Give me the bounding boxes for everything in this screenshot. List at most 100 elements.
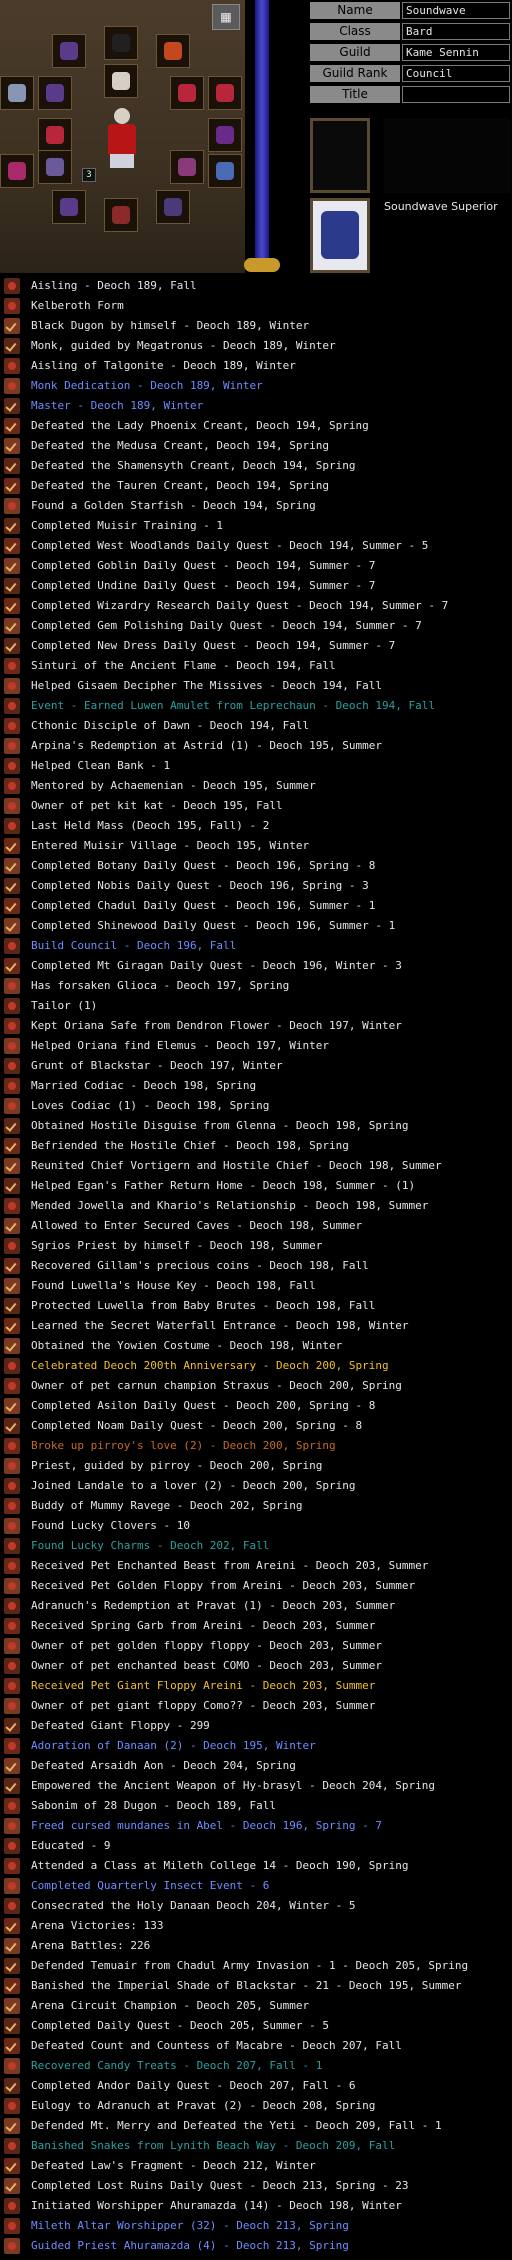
shield-slot[interactable] bbox=[208, 118, 242, 152]
legend-mark-row: Owner of pet giant floppy Como?? - Deoch… bbox=[0, 1696, 512, 1716]
heart-icon bbox=[4, 718, 20, 734]
legend-mark-text: Completed Andor Daily Quest - Deoch 207,… bbox=[31, 2079, 356, 2092]
legend-mark-text: Aisling of Talgonite - Deoch 189, Winter bbox=[31, 359, 296, 372]
boots-slot[interactable] bbox=[0, 154, 34, 188]
legend-mark-text: Owner of pet golden floppy floppy - Deoc… bbox=[31, 1639, 382, 1652]
legend-mark-text: Completed New Dress Daily Quest - Deoch … bbox=[31, 639, 396, 652]
legend-mark-row: Priest, guided by pirroy - Deoch 200, Sp… bbox=[0, 1456, 512, 1476]
legend-mark-text: Defeated Giant Floppy - 299 bbox=[31, 1719, 210, 1732]
legend-mark-row: Obtained the Yowien Costume - Deoch 198,… bbox=[0, 1336, 512, 1356]
legend-mark-row: Defeated the Lady Phoenix Creant, Deoch … bbox=[0, 416, 512, 436]
right-ring-slot[interactable] bbox=[170, 76, 204, 110]
menu-button[interactable]: ▦ bbox=[212, 4, 240, 30]
legend-mark-text: Completed Wizardry Research Daily Quest … bbox=[31, 599, 449, 612]
heart-icon bbox=[4, 1618, 20, 1634]
legend-mark-row: Completed West Woodlands Daily Quest - D… bbox=[0, 536, 512, 556]
legend-mark-row: Completed Chadul Daily Quest - Deoch 196… bbox=[0, 896, 512, 916]
legend-mark-text: Guided Priest Ahuramazda (4) - Deoch 213… bbox=[31, 2239, 349, 2252]
legend-mark-row: Sgrios Priest by himself - Deoch 198, Su… bbox=[0, 1236, 512, 1256]
heart-icon bbox=[4, 1438, 20, 1454]
heart-icon bbox=[4, 1598, 20, 1614]
legend-mark-text: Owner of pet enchanted beast COMO - Deoc… bbox=[31, 1659, 382, 1672]
gauntlet-icon bbox=[216, 84, 234, 102]
legend-mark-text: Entered Muisir Village - Deoch 195, Wint… bbox=[31, 839, 310, 852]
legend-mark-text: Helped Clean Bank - 1 bbox=[31, 759, 171, 772]
overcoat-slot[interactable] bbox=[208, 154, 242, 188]
greave-slot[interactable] bbox=[52, 190, 86, 224]
legend-mark-row: Initiated Worshipper Ahuramazda (14) - D… bbox=[0, 2196, 512, 2216]
heart-icon bbox=[4, 1058, 20, 1074]
legend-mark-text: Completed Gem Polishing Daily Quest - De… bbox=[31, 619, 422, 632]
legend-mark-text: Adranuch's Redemption at Pravat (1) - De… bbox=[31, 1599, 396, 1612]
check-icon bbox=[4, 878, 20, 894]
legend-mark-row: Completed Muisir Training - 1 bbox=[0, 516, 512, 536]
heart-icon bbox=[4, 1478, 20, 1494]
legend-mark-row: Owner of pet kit kat - Deoch 195, Fall bbox=[0, 796, 512, 816]
second-accessory-slot[interactable] bbox=[156, 190, 190, 224]
earring-slot[interactable] bbox=[104, 26, 138, 60]
accessory-slot[interactable] bbox=[170, 150, 204, 184]
legend-mark-text: Monk, guided by Megatronus - Deoch 189, … bbox=[31, 339, 336, 352]
right-gauntlet-slot[interactable] bbox=[208, 76, 242, 110]
legend-mark-row: Eulogy to Adranuch at Pravat (2) - Deoch… bbox=[0, 2096, 512, 2116]
check-icon bbox=[4, 618, 20, 634]
belt-icon bbox=[46, 158, 64, 176]
legend-mark-text: Completed Noam Daily Quest - Deoch 200, … bbox=[31, 1419, 363, 1432]
portrait-slot[interactable] bbox=[310, 198, 370, 273]
heart-icon bbox=[4, 2058, 20, 2074]
emblem-slot[interactable] bbox=[310, 118, 370, 193]
foot-slot[interactable] bbox=[104, 198, 138, 232]
legend-mark-text: Joined Landale to a lover (2) - Deoch 20… bbox=[31, 1479, 356, 1492]
check-icon bbox=[4, 518, 20, 534]
legend-mark-row: Found Luwella's House Key - Deoch 198, F… bbox=[0, 1276, 512, 1296]
necklace-slot[interactable] bbox=[156, 34, 190, 68]
heart-icon bbox=[4, 1858, 20, 1874]
heart-icon bbox=[4, 1658, 20, 1674]
check-icon bbox=[4, 418, 20, 434]
legend-mark-row: Completed Wizardry Research Daily Quest … bbox=[0, 596, 512, 616]
legend-mark-row: Cthonic Disciple of Dawn - Deoch 194, Fa… bbox=[0, 716, 512, 736]
check-icon bbox=[4, 918, 20, 934]
legend-mark-row: Banished the Imperial Shade of Blackstar… bbox=[0, 1976, 512, 1996]
left-gauntlet-slot[interactable] bbox=[0, 76, 34, 110]
earring-icon bbox=[112, 34, 130, 52]
head-slot[interactable] bbox=[104, 64, 138, 98]
check-icon bbox=[4, 1918, 20, 1934]
legend-mark-text: Completed Daily Quest - Deoch 205, Summe… bbox=[31, 2019, 330, 2032]
check-icon bbox=[4, 1418, 20, 1434]
legend-mark-row: Completed Nobis Daily Quest - Deoch 196,… bbox=[0, 876, 512, 896]
weapon-icon bbox=[46, 126, 64, 144]
legend-mark-row: Defeated the Medusa Creant, Deoch 194, S… bbox=[0, 436, 512, 456]
legend-mark-row: Received Pet Golden Floppy from Areini -… bbox=[0, 1576, 512, 1596]
heart-icon bbox=[4, 2098, 20, 2114]
legend-mark-text: Empowered the Ancient Weapon of Hy-brasy… bbox=[31, 1779, 435, 1792]
ring-slot[interactable] bbox=[38, 76, 72, 110]
legend-mark-row: Obtained Hostile Disguise from Glenna - … bbox=[0, 1116, 512, 1136]
legend-mark-text: Helped Oriana find Elemus - Deoch 197, W… bbox=[31, 1039, 330, 1052]
legend-mark-row: Event - Earned Luwen Amulet from Leprech… bbox=[0, 696, 512, 716]
legend-mark-text: Protected Luwella from Baby Brutes - Deo… bbox=[31, 1299, 376, 1312]
legend-mark-text: Received Spring Garb from Areini - Deoch… bbox=[31, 1619, 376, 1632]
belt-slot[interactable] bbox=[38, 150, 72, 184]
legend-mark-row: Owner of pet golden floppy floppy - Deoc… bbox=[0, 1636, 512, 1656]
check-icon bbox=[4, 1398, 20, 1414]
legend-mark-row: Protected Luwella from Baby Brutes - Deo… bbox=[0, 1296, 512, 1316]
legend-mark-row: Arena Circuit Champion - Deoch 205, Summ… bbox=[0, 1996, 512, 2016]
legend-mark-text: Eulogy to Adranuch at Pravat (2) - Deoch… bbox=[31, 2099, 376, 2112]
heart-icon bbox=[4, 1898, 20, 1914]
helmet-slot[interactable] bbox=[52, 34, 86, 68]
check-icon bbox=[4, 1758, 20, 1774]
legend-mark-text: Last Held Mass (Deoch 195, Fall) - 2 bbox=[31, 819, 270, 832]
check-icon bbox=[4, 2018, 20, 2034]
level-badge: 3 bbox=[82, 168, 96, 182]
legend-mark-row: Buddy of Mummy Ravege - Deoch 202, Sprin… bbox=[0, 1496, 512, 1516]
legend-mark-row: Owner of pet enchanted beast COMO - Deoc… bbox=[0, 1656, 512, 1676]
heart-icon bbox=[4, 358, 20, 374]
decorative-pole bbox=[255, 0, 269, 272]
check-icon bbox=[4, 1998, 20, 2014]
legend-mark-row: Last Held Mass (Deoch 195, Fall) - 2 bbox=[0, 816, 512, 836]
check-icon bbox=[4, 438, 20, 454]
heart-icon bbox=[4, 738, 20, 754]
weapon-slot[interactable] bbox=[38, 118, 72, 152]
legend-mark-text: Sgrios Priest by himself - Deoch 198, Su… bbox=[31, 1239, 323, 1252]
